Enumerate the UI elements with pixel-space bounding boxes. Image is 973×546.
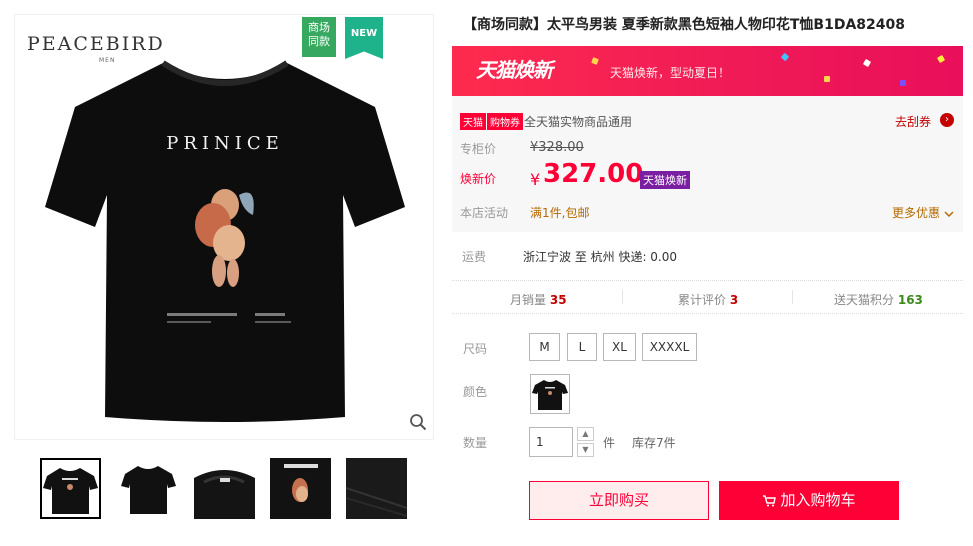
confetti-decoration — [591, 57, 599, 65]
thumbnail-hem-image — [346, 458, 407, 519]
confetti-decoration — [824, 76, 830, 82]
chevron-down-icon — [944, 210, 954, 217]
promo-slogan: 天猫焕新，型动夏日！ — [610, 66, 731, 80]
divider — [792, 290, 793, 304]
color-swatch-image — [532, 380, 568, 410]
search-icon[interactable] — [409, 413, 427, 431]
monthly-sales: 月销量 35 — [510, 291, 567, 308]
stats-row: 月销量 35 累计评价 3 送天猫积分 163 — [452, 280, 963, 314]
reviews-value: 3 — [729, 293, 739, 307]
increment-button[interactable]: ▲ — [577, 427, 594, 441]
tshirt-image — [45, 60, 405, 422]
tmall-points: 送天猫积分 163 — [834, 291, 923, 308]
get-coupon-link[interactable]: 去刮券 — [895, 113, 931, 130]
quantity-label: 数量 — [463, 436, 488, 450]
original-price-label: 专柜价 — [460, 142, 497, 156]
color-option-black[interactable] — [530, 374, 570, 414]
promo-banner[interactable]: 天猫焕新 天猫焕新，型动夏日！ — [452, 46, 963, 96]
confetti-decoration — [936, 54, 946, 64]
shipping-destination-select[interactable]: 浙江宁波 至 杭州 快递: 0.00 — [523, 248, 677, 265]
store-promo-value: 满1件,包邮 — [530, 206, 590, 220]
reviews-label: 累计评价 — [678, 293, 727, 307]
thumbnail-front-print-image — [43, 468, 98, 514]
more-promos-label: 更多优惠 — [892, 206, 941, 220]
size-option-l[interactable]: L — [567, 333, 597, 361]
coupon-description: 全天猫实物商品通用 — [524, 115, 633, 129]
thumbnail-collar[interactable] — [194, 458, 255, 519]
price-panel: 天猫 购物券 全天猫实物商品通用 去刮券 › 专柜价 ¥328.00 焕新价 ¥… — [452, 96, 963, 232]
tshirt-print-text: PRINICE — [166, 133, 284, 154]
size-option-xl[interactable]: XL — [603, 333, 636, 361]
chevron-right-icon[interactable]: › — [940, 113, 954, 127]
confetti-decoration — [780, 52, 790, 62]
total-reviews[interactable]: 累计评价 3 — [678, 291, 738, 308]
shipping-label: 运费 — [462, 250, 487, 264]
points-label: 送天猫积分 — [834, 293, 895, 307]
coupon-badge: 购物券 — [486, 113, 523, 130]
more-promos-dropdown[interactable]: 更多优惠 — [892, 204, 954, 221]
mall-tag-line1: 商场 — [308, 21, 330, 34]
thumbnail-front-print[interactable] — [40, 458, 101, 519]
sale-badge: 天猫焕新 — [640, 171, 690, 189]
thumbnail-print-detail-image — [270, 458, 331, 519]
thumbnail-collar-image — [194, 470, 255, 519]
quantity-unit: 件 — [603, 436, 616, 450]
thumbnail-plain[interactable] — [118, 458, 179, 519]
color-label: 颜色 — [463, 385, 488, 399]
store-promo-label: 本店活动 — [460, 206, 509, 220]
promo-logo: 天猫焕新 — [476, 58, 553, 82]
cart-icon — [763, 494, 777, 506]
sale-price-label: 焕新价 — [460, 172, 497, 186]
thumbnail-print-detail[interactable] — [270, 458, 331, 519]
decrement-button[interactable]: ▼ — [577, 443, 594, 457]
monthly-sales-value: 35 — [549, 293, 567, 307]
sale-price: 327.00 — [543, 159, 644, 189]
confetti-decoration — [862, 58, 872, 68]
stock-count: 库存7件 — [632, 436, 676, 450]
size-option-xxxxl[interactable]: XXXXL — [642, 333, 697, 361]
add-to-cart-button[interactable]: 加入购物车 — [719, 481, 899, 520]
tmall-badge: 天猫 — [460, 113, 486, 130]
thumbnail-plain-image — [121, 466, 176, 514]
size-option-m[interactable]: M — [529, 333, 560, 361]
confetti-decoration — [900, 80, 906, 86]
product-title: 【商场同款】太平鸟男装 夏季新款黑色短袖人物印花T恤B1DA82408 — [463, 17, 905, 33]
size-label: 尺码 — [463, 342, 488, 356]
thumbnail-hem[interactable] — [346, 458, 407, 519]
monthly-sales-label: 月销量 — [510, 293, 547, 307]
add-to-cart-label: 加入购物车 — [780, 491, 856, 509]
buy-now-button[interactable]: 立即购买 — [529, 481, 709, 520]
main-product-image[interactable]: PEACEBIRD MEN 商场 同款 NEW PRINICE — [14, 14, 434, 440]
points-value: 163 — [897, 293, 923, 307]
shipping-value: 浙江宁波 至 杭州 快递: 0.00 — [523, 250, 678, 264]
original-price: ¥328.00 — [530, 140, 584, 155]
currency-symbol: ¥ — [530, 170, 541, 189]
quantity-input[interactable] — [529, 427, 573, 457]
divider — [622, 290, 623, 304]
